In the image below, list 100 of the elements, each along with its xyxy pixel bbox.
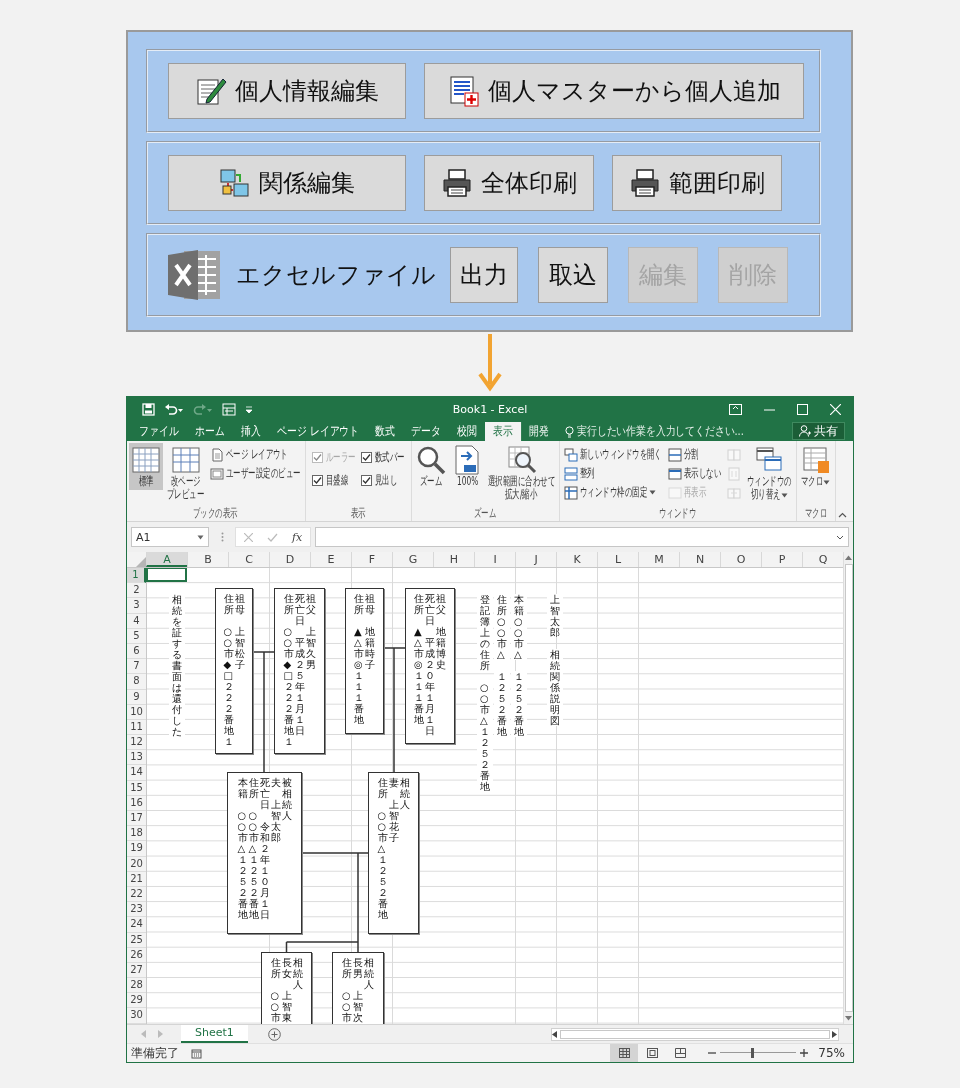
ribbon-button[interactable]: ウィンドウの 切り替え <box>745 443 794 504</box>
ribbon-button[interactable]: ユーザー設定のビュー <box>208 464 303 483</box>
row-header[interactable]: 26 <box>127 947 146 963</box>
ribbon-button[interactable]: マクロ <box>798 443 833 491</box>
ribbon-tab[interactable]: データ <box>403 422 450 441</box>
action-button[interactable]: 取込 <box>538 247 608 303</box>
column-header[interactable]: P <box>761 552 802 567</box>
ribbon-button[interactable]: ウィンドウ枠の固定 <box>562 483 664 502</box>
action-button[interactable]: 個人情報編集 <box>168 63 406 119</box>
row-header[interactable]: 11 <box>127 719 146 736</box>
collapse-icon[interactable] <box>838 512 847 518</box>
ribbon-tab[interactable]: 表示 <box>485 422 522 441</box>
row-header[interactable]: 22 <box>127 886 146 903</box>
insert-function-button[interactable]: fx <box>292 530 303 544</box>
horizontal-scrollbar[interactable] <box>551 1027 839 1041</box>
row-header[interactable]: 18 <box>127 826 146 842</box>
customize-icon[interactable] <box>245 404 253 414</box>
row-header[interactable]: 12 <box>127 735 146 751</box>
ribbon-button[interactable]: 選択範囲に合わせて 拡大/縮小 <box>486 443 558 504</box>
action-button[interactable]: 全体印刷 <box>424 155 594 211</box>
column-header[interactable]: J <box>515 552 556 567</box>
checkbox[interactable] <box>361 475 373 486</box>
column-header[interactable]: L <box>597 552 638 567</box>
row-header[interactable]: 10 <box>127 704 146 720</box>
row-header[interactable]: 27 <box>127 962 146 979</box>
zoom-in-icon[interactable] <box>800 1049 809 1057</box>
row-header[interactable]: 24 <box>127 917 146 933</box>
row-header[interactable]: 6 <box>127 643 146 660</box>
row-header[interactable]: 16 <box>127 795 146 811</box>
search-field[interactable]: 実行したい作業を入力してください... <box>577 423 745 440</box>
ribbon-button[interactable]: ズーム <box>414 443 449 491</box>
redo-icon[interactable] <box>193 402 213 416</box>
column-header[interactable]: B <box>187 552 228 567</box>
row-header[interactable]: 21 <box>127 871 146 887</box>
sheet-tab[interactable]: Sheet1 <box>181 1024 248 1043</box>
zoom-slider[interactable] <box>720 1047 797 1059</box>
scroll-thumb[interactable] <box>560 1029 830 1039</box>
checkbox[interactable] <box>361 452 373 463</box>
add-sheet-icon[interactable] <box>267 1027 281 1041</box>
ribbon-button[interactable]: 分割 <box>665 445 724 464</box>
action-button[interactable]: 範囲印刷 <box>612 155 782 211</box>
row-header[interactable]: 20 <box>127 856 146 872</box>
undo-icon[interactable] <box>164 402 184 416</box>
column-header[interactable]: A <box>146 552 187 567</box>
name-box[interactable]: A1 <box>131 527 209 547</box>
save-icon[interactable] <box>142 402 155 416</box>
ribbon-button[interactable]: 整列 <box>562 464 664 483</box>
ribbon-button[interactable]: 標準 <box>129 443 163 491</box>
row-header[interactable]: 3 <box>127 598 146 614</box>
zoom-out-icon[interactable] <box>708 1049 717 1057</box>
maximize-icon[interactable] <box>797 403 808 415</box>
row-header[interactable]: 30 <box>127 1008 146 1024</box>
ribbon-options-icon[interactable] <box>729 403 742 415</box>
touch-mode-icon[interactable] <box>222 402 236 416</box>
row-header[interactable]: 29 <box>127 993 146 1009</box>
checkbox[interactable] <box>311 475 323 486</box>
row-header[interactable]: 23 <box>127 902 146 918</box>
close-icon[interactable] <box>830 403 841 415</box>
action-button[interactable]: 出力 <box>450 247 518 303</box>
column-header[interactable]: D <box>269 552 310 567</box>
ribbon-button[interactable]: 表示しない <box>665 464 724 483</box>
row-header[interactable]: 4 <box>127 613 146 629</box>
macro-record-icon[interactable] <box>191 1047 202 1059</box>
row-header[interactable]: 13 <box>127 750 146 766</box>
column-header[interactable]: F <box>351 552 392 567</box>
row-header[interactable]: 14 <box>127 765 146 781</box>
selected-cell[interactable] <box>146 568 187 583</box>
row-header[interactable]: 17 <box>127 811 146 827</box>
column-header[interactable]: H <box>433 552 474 567</box>
row-header[interactable]: 19 <box>127 841 146 857</box>
row-header[interactable]: 25 <box>127 932 146 948</box>
ribbon-tab[interactable]: 開発 <box>521 422 558 441</box>
column-header[interactable]: G <box>392 552 433 567</box>
row-header[interactable]: 28 <box>127 978 146 994</box>
row-header[interactable]: 15 <box>127 780 146 796</box>
formula-field[interactable] <box>315 527 849 547</box>
column-header[interactable]: O <box>720 552 761 567</box>
row-header[interactable]: 9 <box>127 689 146 705</box>
row-header[interactable]: 1 <box>127 568 146 584</box>
slider-thumb[interactable] <box>751 1048 755 1058</box>
ribbon-button[interactable]: 改ページ プレビュー <box>165 443 207 504</box>
row-header[interactable]: 5 <box>127 628 146 644</box>
action-button[interactable]: 個人マスターから個人追加 <box>424 63 804 119</box>
column-header[interactable]: I <box>474 552 515 567</box>
view-button[interactable] <box>610 1044 639 1062</box>
ribbon-tab[interactable]: 数式 <box>367 422 404 441</box>
ribbon-tab[interactable]: 挿入 <box>232 422 269 441</box>
column-header[interactable]: N <box>679 552 720 567</box>
row-header[interactable]: 7 <box>127 659 146 675</box>
row-header[interactable]: 8 <box>127 674 146 690</box>
ribbon-button[interactable]: 100% <box>450 443 485 491</box>
ribbon-tab[interactable]: ホーム <box>186 422 233 441</box>
column-header[interactable]: K <box>556 552 597 567</box>
ribbon-tab[interactable]: 校閲 <box>449 422 486 441</box>
row-header[interactable]: 2 <box>127 583 146 599</box>
ribbon-tab[interactable]: ファイル <box>131 422 187 441</box>
column-header[interactable]: M <box>638 552 679 567</box>
ribbon-button[interactable]: 新しいウィンドウを開く <box>562 445 664 464</box>
column-header[interactable]: C <box>228 552 269 567</box>
action-button[interactable]: 関係編集 <box>168 155 406 211</box>
